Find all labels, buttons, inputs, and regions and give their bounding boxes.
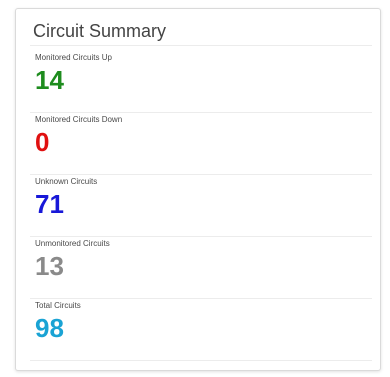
panel-title: Circuit Summary xyxy=(33,21,167,41)
stat-divider xyxy=(30,298,372,299)
stat-monitored-up: Monitored Circuits Up 14 xyxy=(30,53,372,116)
stat-value: 98 xyxy=(35,313,64,343)
stat-value: 0 xyxy=(35,127,50,157)
circuit-summary-panel: Circuit Summary Monitored Circuits Up 14… xyxy=(15,8,381,371)
stat-label: Unknown Circuits xyxy=(35,177,98,186)
stat-unmonitored: Unmonitored Circuits 13 xyxy=(30,239,372,302)
stat-label: Monitored Circuits Up xyxy=(35,53,112,62)
stat-divider xyxy=(30,360,372,361)
stat-label: Monitored Circuits Down xyxy=(35,115,123,124)
stat-label: Unmonitored Circuits xyxy=(35,239,110,248)
stat-monitored-down: Monitored Circuits Down 0 xyxy=(30,115,372,178)
stat-total: Total Circuits 98 xyxy=(30,301,372,364)
title-divider xyxy=(30,45,372,46)
stat-divider xyxy=(30,236,372,237)
stat-divider xyxy=(30,174,372,175)
stat-divider xyxy=(30,112,372,113)
stat-value: 13 xyxy=(35,251,64,281)
stat-unknown: Unknown Circuits 71 xyxy=(30,177,372,240)
stat-value: 14 xyxy=(35,65,64,95)
stat-label: Total Circuits xyxy=(35,301,81,310)
stat-value: 71 xyxy=(35,189,64,219)
